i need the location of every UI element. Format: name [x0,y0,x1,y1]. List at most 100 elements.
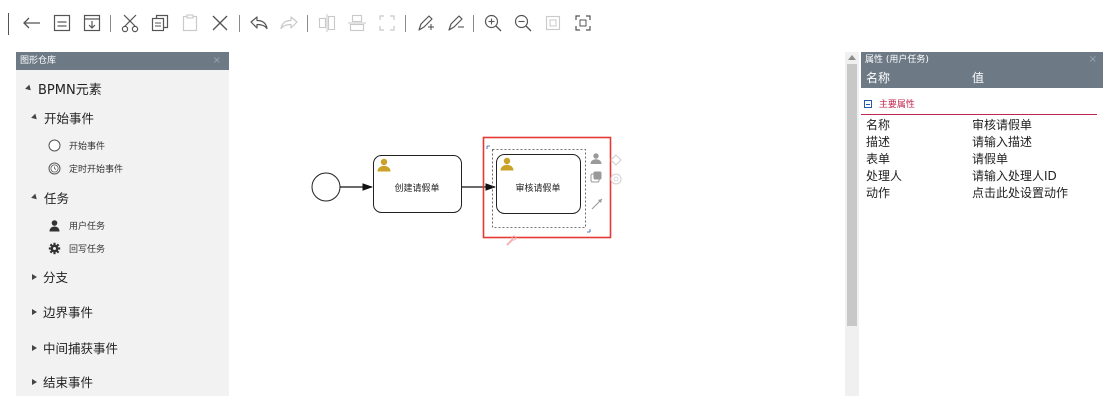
task-review-leave-form[interactable]: 审核请假单 [496,154,581,214]
tree-root-label: BPMN元素 [38,83,102,98]
property-key: 表单 [866,152,891,166]
append-event-icon[interactable] [610,173,622,185]
column-name-header: 名称 [866,71,891,85]
property-group-label: 主要属性 [878,100,915,110]
shape-palette: 图形仓库 × BPMN元素 开始事件 开始事件 定时开始事件 任务 用户任务 回 [16,52,229,396]
tree-group-intermediate-catch-events[interactable]: 中间捕获事件 [32,338,118,357]
tree-group-label: 分支 [43,270,69,285]
properties-panel: 属性 (用户任务) × 名称 值 主要属性 名称 审核请假单 描述 请输入描述 … [861,52,1103,396]
collapse-triangle-icon [32,378,37,385]
properties-close-button[interactable]: × [1089,52,1097,68]
user-icon [47,218,61,232]
task-label: 审核请假单 [515,182,560,194]
properties-header: 属性 (用户任务) × [861,52,1103,68]
tree-group-end-events[interactable]: 结束事件 [32,372,93,391]
palette-item-start-event[interactable]: 开始事件 [47,138,105,152]
cut-icon[interactable] [118,11,142,35]
toolbar-edge [8,13,9,35]
paste-icon[interactable] [178,11,202,35]
same-size-icon[interactable] [375,11,399,35]
toolbar [0,0,1103,42]
expand-triangle-icon [31,113,39,122]
property-key: 动作 [866,186,891,200]
resize-handle[interactable] [486,145,490,149]
property-row-assignee[interactable]: 处理人 请输入处理人ID [861,168,1097,185]
redo-icon[interactable] [277,11,301,35]
align-vertical-icon[interactable] [345,11,369,35]
zoom-out-icon[interactable] [511,11,535,35]
pen-remove-icon[interactable] [443,11,467,35]
canvas-vertical-scrollbar[interactable] [845,52,859,396]
property-row-form[interactable]: 表单 请假单 [861,151,1097,168]
property-key: 描述 [866,135,891,149]
scrollbar-thumb[interactable] [847,64,857,326]
tree-group-label: 开始事件 [44,111,95,126]
gear-icon [47,241,61,255]
property-value[interactable]: 点击此处设置动作 [972,185,1068,202]
toolbar-separator [307,15,308,32]
palette-item-writeback-task[interactable]: 回写任务 [47,241,105,255]
actual-size-icon[interactable] [541,11,565,35]
scroll-up-arrow-icon[interactable] [848,55,856,60]
toolbar-separator [239,15,240,32]
diagram-canvas[interactable]: 创建请假单 审核请假单 [231,52,844,396]
start-event-node[interactable] [311,172,341,202]
property-value[interactable]: 请输入处理人ID [972,168,1057,185]
import-icon[interactable] [80,11,104,35]
delete-icon[interactable] [208,11,232,35]
palette-close-button[interactable]: × [213,52,221,70]
task-create-leave-form[interactable]: 创建请假单 [373,155,462,213]
tree-root-bpmn[interactable]: BPMN元素 [25,79,102,98]
property-row-action[interactable]: 动作 点击此处设置动作 [861,185,1097,202]
property-value[interactable]: 请输入描述 [972,134,1032,151]
tree-group-label: 结束事件 [43,375,94,390]
palette-title: 图形仓库 [20,56,57,66]
property-row-description[interactable]: 描述 请输入描述 [861,134,1097,151]
property-value[interactable]: 请假单 [972,151,1008,168]
fit-window-icon[interactable] [571,11,595,35]
pen-add-icon[interactable] [413,11,437,35]
append-user-task-icon[interactable] [590,153,602,164]
toolbar-separator [405,15,406,32]
tree-group-boundary-events[interactable]: 边界事件 [32,302,93,321]
tree-group-start-events[interactable]: 开始事件 [31,108,95,127]
palette-item-timer-start-event[interactable]: 定时开始事件 [47,161,123,175]
align-horizontal-icon[interactable] [315,11,339,35]
append-gateway-icon[interactable] [610,154,622,166]
tree-group-label: 中间捕获事件 [43,341,119,356]
expand-triangle-icon [31,193,39,202]
tree-group-label: 任务 [44,191,70,206]
resize-handle[interactable] [587,229,591,233]
back-arrow-icon[interactable] [20,11,44,35]
start-event-icon [47,138,61,152]
undo-icon[interactable] [247,11,271,35]
properties-column-header: 名称 值 [861,68,1103,88]
palette-item-user-task[interactable]: 用户任务 [47,218,105,232]
collapse-triangle-icon [32,344,37,351]
connect-arrow-icon[interactable] [591,198,603,210]
palette-item-label: 用户任务 [69,221,106,232]
append-task-icon[interactable] [590,171,602,183]
palette-item-label: 定时开始事件 [69,164,124,175]
tree-group-gateways[interactable]: 分支 [32,267,68,286]
column-value-header: 值 [972,71,985,85]
diagram-svg: 创建请假单 审核请假单 [311,136,622,246]
timer-start-event-icon [47,161,61,175]
properties-title: 属性 (用户任务) [865,55,929,65]
property-key: 名称 [866,118,891,132]
property-group-main[interactable]: 主要属性 [861,96,1097,115]
collapse-icon[interactable] [864,100,872,108]
expand-triangle-icon [25,84,33,93]
save-icon[interactable] [50,11,74,35]
property-value[interactable]: 审核请假单 [972,117,1032,134]
collapse-triangle-icon [32,273,37,280]
property-key: 处理人 [866,169,903,183]
property-row-name[interactable]: 名称 审核请假单 [861,117,1097,134]
palette-item-label: 回写任务 [69,244,106,255]
tree-group-tasks[interactable]: 任务 [31,188,70,207]
tree-group-label: 边界事件 [43,305,94,320]
task-label: 创建请假单 [394,182,439,194]
copy-icon[interactable] [148,11,172,35]
collapse-triangle-icon [32,308,37,315]
zoom-in-icon[interactable] [481,11,505,35]
